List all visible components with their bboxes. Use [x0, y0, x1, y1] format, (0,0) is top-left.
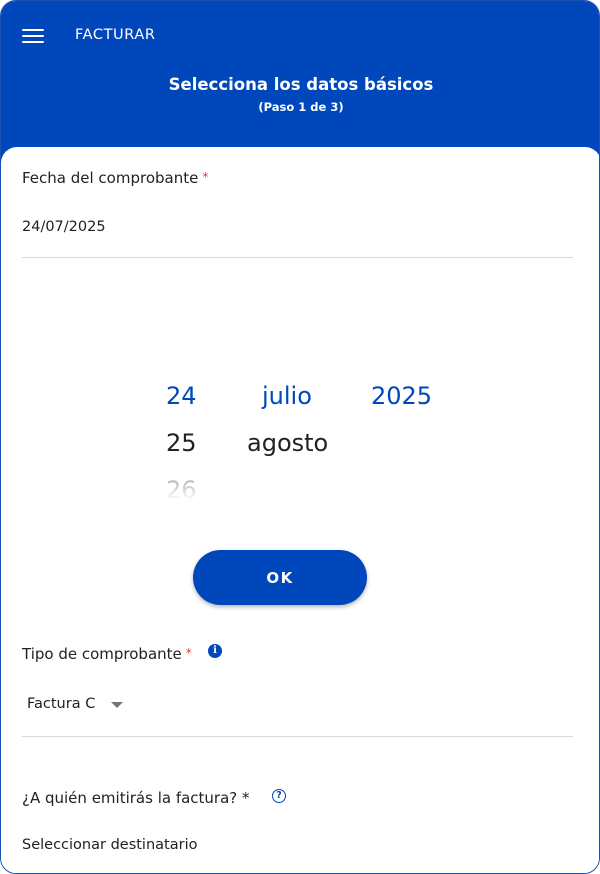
- picker-month-selected[interactable]: julio: [262, 382, 312, 410]
- app-title: FACTURAR: [75, 27, 156, 43]
- step-title: Selecciona los datos básicos: [168, 75, 434, 94]
- picker-day-next[interactable]: 25: [166, 429, 197, 457]
- tipo-select-value[interactable]: Factura C: [27, 696, 95, 712]
- info-icon[interactable]: i: [208, 644, 222, 658]
- fecha-label: Fecha del comprobante *: [22, 169, 208, 187]
- dropdown-caret-icon[interactable]: [111, 702, 123, 708]
- required-mark: *: [202, 170, 209, 184]
- hamburger-menu-icon[interactable]: [22, 28, 45, 44]
- tipo-label: Tipo de comprobante *: [22, 645, 192, 663]
- fecha-label-text: Fecha del comprobante: [22, 169, 199, 187]
- fecha-input[interactable]: 24/07/2025: [22, 219, 106, 235]
- step-subtitle: (Paso 1 de 3): [258, 100, 344, 114]
- picker-month-next[interactable]: agosto: [247, 429, 328, 457]
- help-icon[interactable]: ?: [272, 789, 286, 803]
- destinatario-input[interactable]: Seleccionar destinatario: [22, 837, 197, 853]
- tipo-label-text: Tipo de comprobante: [22, 645, 182, 663]
- ok-button[interactable]: OK: [193, 550, 367, 605]
- fecha-divider: [22, 257, 573, 258]
- picker-year-selected[interactable]: 2025: [371, 382, 432, 410]
- picker-day-after[interactable]: 26: [166, 476, 197, 502]
- app-window: FACTURAR Selecciona los datos básicos (P…: [0, 0, 600, 874]
- destinatario-label: ¿A quién emitirás la factura? *: [22, 789, 250, 807]
- required-mark: *: [185, 646, 192, 660]
- picker-day-selected[interactable]: 24: [166, 382, 197, 410]
- tipo-divider: [22, 736, 573, 737]
